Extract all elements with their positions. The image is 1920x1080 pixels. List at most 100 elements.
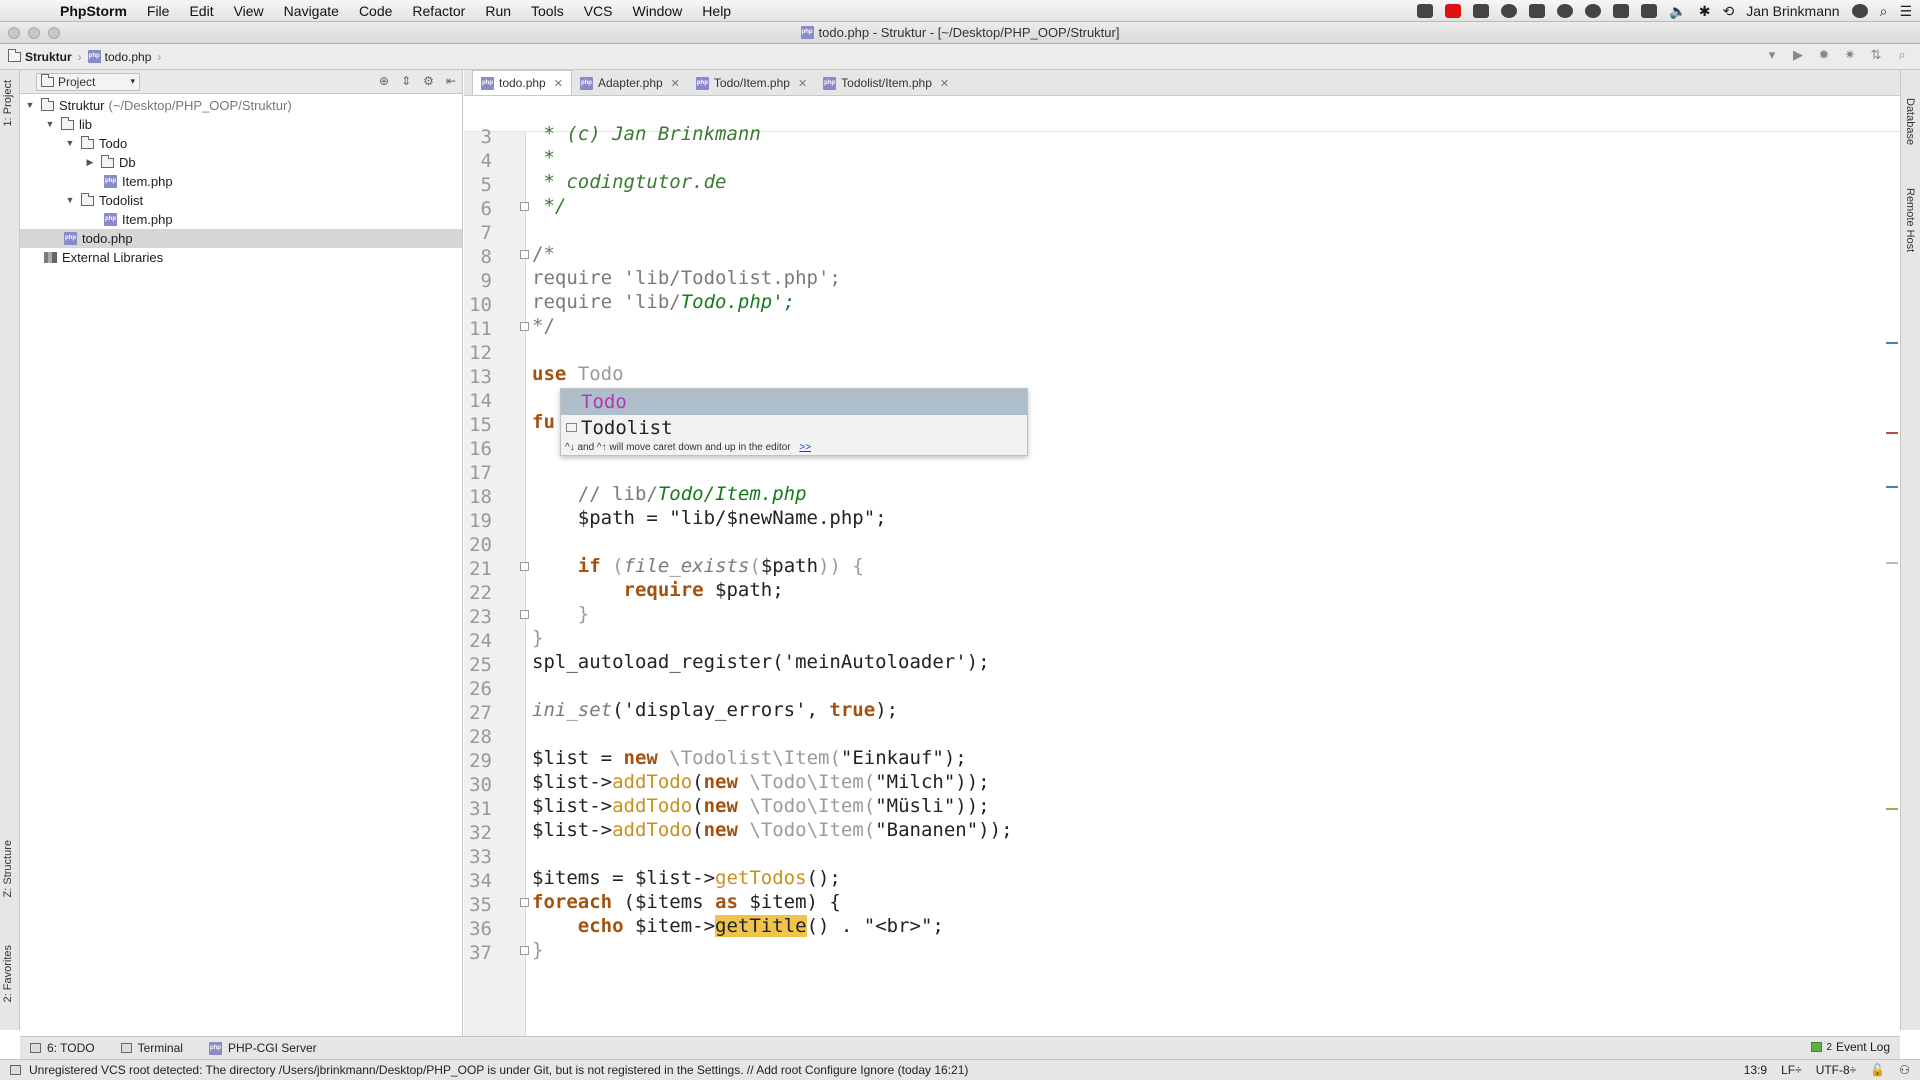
database-tool-tab[interactable]: Database	[1904, 98, 1916, 145]
screen-icon[interactable]	[1417, 4, 1434, 18]
file-encoding[interactable]: UTF-8÷	[1816, 1063, 1857, 1077]
line-separator[interactable]: LF÷	[1781, 1063, 1802, 1077]
time-machine-icon[interactable]: ⟲	[1722, 3, 1734, 20]
expanded-arrow-icon[interactable]: ▼	[44, 115, 56, 134]
todo-tool-tab[interactable]: 6: TODO	[30, 1041, 95, 1055]
menu-code[interactable]: Code	[349, 3, 402, 19]
menu-file[interactable]: File	[137, 3, 180, 19]
menu-run[interactable]: Run	[475, 3, 521, 19]
remote-host-tool-tab[interactable]: Remote Host	[1904, 188, 1916, 252]
menu-tools[interactable]: Tools	[521, 3, 574, 19]
lock-icon[interactable]: 🔓	[1870, 1063, 1885, 1077]
fold-marker-icon[interactable]	[520, 898, 529, 907]
menu-edit[interactable]: Edit	[179, 3, 223, 19]
menu-app[interactable]: PhpStorm	[50, 3, 137, 19]
gear-icon[interactable]: ⚙	[423, 74, 434, 88]
expanded-arrow-icon[interactable]: ▼	[64, 191, 76, 210]
scroll-marker[interactable]	[1886, 432, 1898, 434]
record-icon[interactable]	[1445, 4, 1462, 18]
breadcrumb-project[interactable]: Struktur	[8, 48, 72, 64]
scroll-from-source-icon[interactable]: ⊕	[379, 74, 389, 88]
php-cgi-server-tool-tab[interactable]: php PHP-CGI Server	[208, 1041, 317, 1055]
menu-vcs[interactable]: VCS	[574, 3, 623, 19]
status-message-area[interactable]: Unregistered VCS root detected: The dire…	[10, 1063, 968, 1077]
tree-item-lib[interactable]: ▼ lib	[20, 115, 462, 134]
editor-scroll-markers[interactable]	[1886, 132, 1900, 1036]
drive-icon[interactable]	[1557, 4, 1574, 18]
inspector-icon[interactable]: ⚇	[1899, 1063, 1910, 1077]
close-window-button[interactable]	[8, 27, 20, 39]
tree-item-struktur[interactable]: ▼ Struktur (~/Desktop/PHP_OOP/Struktur)	[20, 96, 462, 115]
volume-icon[interactable]: 🔈	[1669, 3, 1686, 20]
collapsed-arrow-icon[interactable]: ▶	[84, 153, 96, 172]
zoom-window-button[interactable]	[48, 27, 60, 39]
collapse-all-icon[interactable]: ⇕	[401, 74, 411, 88]
scroll-marker[interactable]	[1886, 808, 1898, 810]
status-toggle-icon[interactable]	[10, 1065, 21, 1075]
menu-navigate[interactable]: Navigate	[274, 3, 349, 19]
menu-window[interactable]: Window	[623, 3, 693, 19]
completion-item-todo[interactable]: Todo	[561, 389, 1027, 415]
tab-adapter-php[interactable]: php Adapter.php ✕	[572, 71, 688, 95]
debug-icon[interactable]: ✹	[1816, 47, 1832, 63]
creative-cloud-icon[interactable]	[1585, 4, 1602, 18]
fold-marker-icon[interactable]	[520, 946, 529, 955]
user-avatar-icon[interactable]	[1851, 4, 1868, 18]
menubar-user[interactable]: Jan Brinkmann	[1746, 3, 1839, 19]
scroll-marker[interactable]	[1886, 562, 1898, 564]
apple-icon[interactable]	[18, 3, 38, 19]
caret-position[interactable]: 13:9	[1744, 1063, 1767, 1077]
fold-marker-icon[interactable]	[520, 322, 529, 331]
menu-view[interactable]: View	[224, 3, 274, 19]
menu-help[interactable]: Help	[692, 3, 741, 19]
tree-item-todo-item-php[interactable]: php Item.php	[20, 172, 462, 191]
code-text-area[interactable]: 3 * (c) Jan Brinkmann 4 * 5 * codingtuto…	[469, 123, 1832, 1036]
terminal-tool-tab[interactable]: Terminal	[120, 1041, 183, 1055]
breadcrumb-file[interactable]: php todo.php	[87, 50, 151, 64]
notification-icon[interactable]: ☰	[1899, 3, 1912, 20]
fold-marker-icon[interactable]	[520, 202, 529, 211]
fold-marker-icon[interactable]	[520, 610, 529, 619]
spotlight-icon[interactable]: ⌕	[1880, 3, 1888, 20]
structure-tool-tab[interactable]: Z: Structure	[2, 840, 14, 897]
tree-item-external-libraries[interactable]: External Libraries	[20, 248, 462, 267]
status-message[interactable]: Unregistered VCS root detected: The dire…	[29, 1063, 968, 1077]
dropbox-icon[interactable]	[1613, 4, 1630, 18]
bluetooth-icon[interactable]: ✱	[1699, 3, 1711, 20]
search-everywhere-icon[interactable]: ⌕	[1894, 47, 1910, 63]
project-view-selector[interactable]: Project ▾	[36, 72, 140, 91]
expanded-arrow-icon[interactable]: ▼	[24, 96, 36, 115]
close-tab-icon[interactable]: ✕	[671, 77, 680, 90]
fold-marker-icon[interactable]	[520, 250, 529, 259]
vcs-icon[interactable]: ⇅	[1868, 47, 1884, 63]
tree-item-db[interactable]: ▶ Db	[20, 153, 462, 172]
completion-item-todolist[interactable]: Todo list	[561, 415, 1027, 441]
run-icon[interactable]: ▶	[1790, 47, 1806, 63]
favorites-tool-tab[interactable]: 2: Favorites	[2, 945, 14, 1002]
project-tool-tab[interactable]: 1: Project	[2, 80, 14, 126]
tree-item-todo-php[interactable]: php todo.php	[20, 229, 462, 248]
completion-hint-link[interactable]: >>	[799, 442, 811, 453]
close-tab-icon[interactable]: ✕	[554, 77, 563, 90]
tree-item-todolist-item-php[interactable]: php Item.php	[20, 210, 462, 229]
plus-icon[interactable]	[1641, 4, 1658, 18]
minimize-window-button[interactable]	[28, 27, 40, 39]
tree-item-todo[interactable]: ▼ Todo	[20, 134, 462, 153]
fold-marker-icon[interactable]	[520, 562, 529, 571]
event-log-tab[interactable]: 2 Event Log	[1811, 1040, 1890, 1054]
close-tab-icon[interactable]: ✕	[940, 77, 949, 90]
close-tab-icon[interactable]: ✕	[798, 77, 807, 90]
tab-todo-item-php[interactable]: php Todo/Item.php ✕	[688, 71, 815, 95]
onepassword-icon[interactable]	[1501, 4, 1518, 18]
expanded-arrow-icon[interactable]: ▼	[64, 134, 76, 153]
run-config-dropdown-icon[interactable]: ▾	[1764, 47, 1780, 63]
scroll-marker[interactable]	[1886, 342, 1898, 344]
evernote-icon[interactable]	[1529, 4, 1546, 18]
tab-todo-php[interactable]: php todo.php ✕	[472, 70, 572, 95]
scroll-marker[interactable]	[1886, 486, 1898, 488]
coverage-icon[interactable]: ✷	[1842, 47, 1858, 63]
tree-item-todolist[interactable]: ▼ Todolist	[20, 191, 462, 210]
hide-panel-icon[interactable]: ⇤	[446, 74, 456, 88]
tab-todolist-item-php[interactable]: php Todolist/Item.php ✕	[815, 71, 957, 95]
bookmark-icon[interactable]	[1473, 4, 1490, 18]
